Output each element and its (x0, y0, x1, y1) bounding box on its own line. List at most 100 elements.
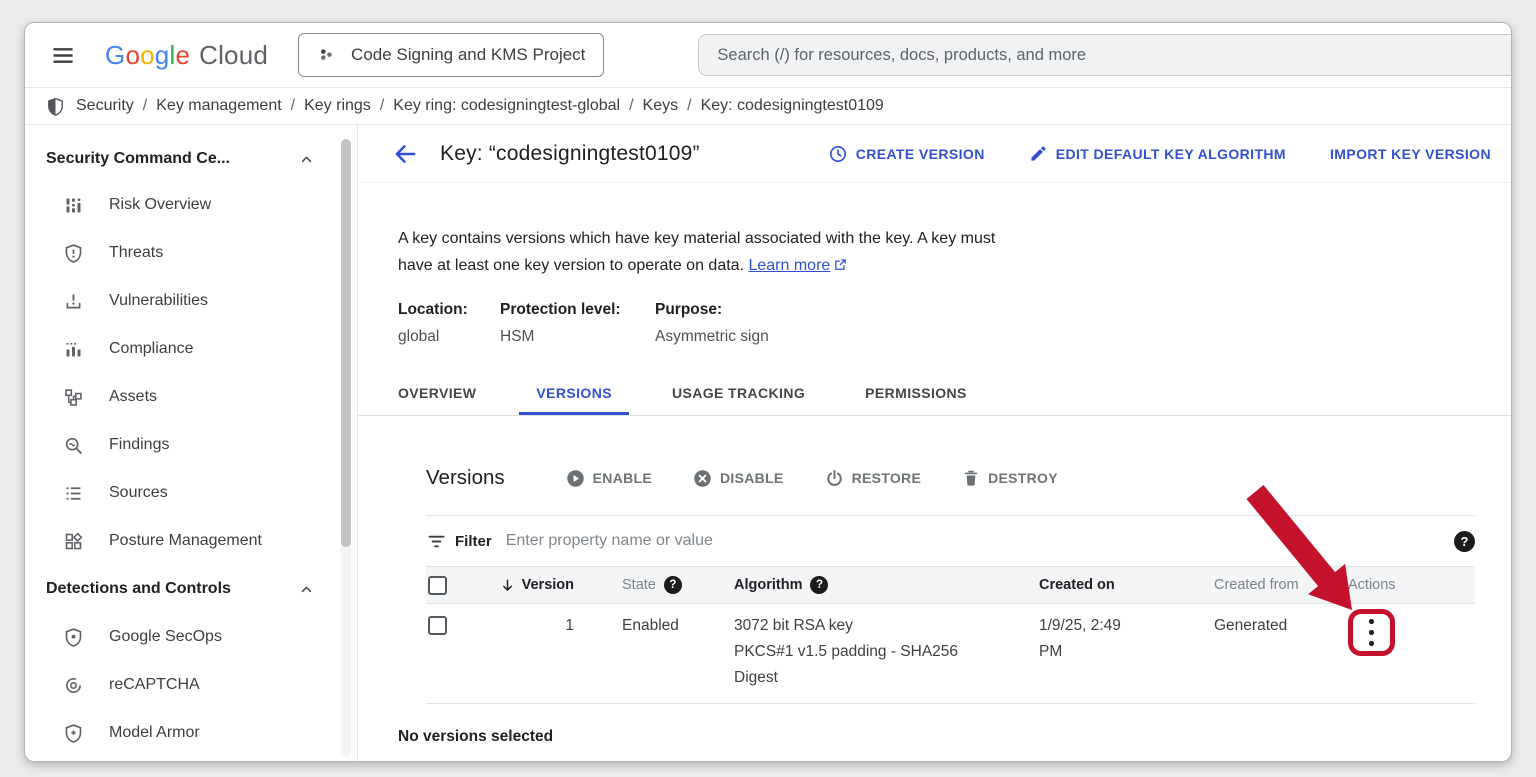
row-algorithm: 3072 bit RSA key PKCS#1 v1.5 padding - S… (704, 613, 1009, 691)
row-checkbox[interactable] (428, 616, 447, 635)
sidebar-item-compliance[interactable]: Compliance (25, 325, 357, 373)
sidebar-item-assets[interactable]: Assets (25, 373, 357, 421)
enable-play-icon (565, 468, 586, 489)
sidebar-item-label: Compliance (109, 340, 194, 357)
tab-permissions[interactable]: PERMISSIONS (848, 379, 984, 415)
google-cloud-logo[interactable]: G o o g l e Cloud (105, 40, 268, 71)
assets-icon (63, 387, 84, 408)
column-header-label: Actions (1348, 577, 1396, 593)
state-help-icon[interactable]: ? (663, 576, 682, 594)
sidebar-item-risk-overview[interactable]: Risk Overview (25, 181, 357, 229)
sidebar-item-label: Google SecOps (109, 628, 222, 645)
algorithm-help-icon[interactable]: ? (810, 576, 829, 594)
versions-toolbar: Versions ENABLE DISABLE RESTORE DESTROY (426, 466, 1511, 490)
edit-default-key-algorithm-button[interactable]: EDIT DEFAULT KEY ALGORITHM (1029, 144, 1286, 163)
enable-button[interactable]: ENABLE (565, 468, 652, 489)
findings-icon (63, 435, 84, 456)
sources-list-icon (63, 483, 84, 504)
description-line: have at least one key version to operate… (398, 252, 1511, 279)
sidebar-item-vulnerabilities[interactable]: Vulnerabilities (25, 277, 357, 325)
sidebar-item-model-armor[interactable]: Model Armor (25, 709, 357, 757)
posture-management-icon (63, 531, 84, 552)
clock-icon (828, 144, 848, 164)
learn-more-link[interactable]: Learn more (748, 257, 830, 274)
meta-protection-level: Protection level: HSM (500, 301, 655, 346)
project-icon (317, 45, 338, 66)
create-version-label: CREATE VERSION (855, 145, 985, 162)
meta-value: global (398, 328, 440, 345)
chevron-up-icon (298, 151, 315, 168)
kebab-dot (1369, 630, 1374, 635)
risk-overview-icon (63, 195, 84, 216)
column-header-label: State (622, 577, 656, 593)
breadcrumb-item[interactable]: Keys (643, 97, 679, 115)
logo-cloud-text: Cloud (199, 39, 269, 70)
filter-input[interactable] (505, 532, 1454, 550)
breadcrumb: Security / Key management / Key rings / … (25, 87, 1511, 125)
meta-label: Protection level: (500, 301, 621, 318)
row-version: 1 (565, 617, 574, 634)
row-actions-cell (1324, 609, 1475, 656)
table-help-icon[interactable]: ? (1454, 530, 1475, 552)
sidebar-item-findings[interactable]: Findings (25, 421, 357, 469)
created-on-line: PM (1039, 643, 1063, 660)
meta-location: Location: global (398, 301, 500, 346)
destroy-label: DESTROY (988, 470, 1058, 486)
main-content: A key contains versions which have key m… (358, 183, 1511, 761)
destroy-button[interactable]: DESTROY (961, 468, 1058, 489)
algorithm-line: PKCS#1 v1.5 padding - SHA256 (734, 643, 959, 660)
sidebar-item-recaptcha[interactable]: reCAPTCHA (25, 661, 357, 709)
tab-overview[interactable]: OVERVIEW (381, 379, 493, 415)
description-line-text: have at least one key version to operate… (398, 257, 745, 274)
breadcrumb-separator: / (142, 97, 148, 114)
sidebar-item-threats[interactable]: Threats (25, 229, 357, 277)
algorithm-line: Digest (734, 669, 778, 686)
sidebar: Security Command Ce... Risk Overview Thr… (25, 125, 358, 761)
menu-hamburger-icon[interactable] (45, 38, 79, 72)
breadcrumb-separator: / (687, 97, 692, 114)
trash-icon (961, 468, 981, 488)
sidebar-item-sources[interactable]: Sources (25, 469, 357, 517)
project-selector-button[interactable]: Code Signing and KMS Project (298, 33, 605, 77)
import-key-version-button[interactable]: IMPORT KEY VERSION (1330, 146, 1491, 162)
meta-value: Asymmetric sign (655, 328, 769, 345)
algorithm-line: 3072 bit RSA key (734, 617, 853, 634)
sidebar-item-label: Threats (109, 244, 164, 261)
row-actions-menu-button[interactable] (1369, 619, 1374, 646)
sidebar-item-label: Model Armor (109, 724, 200, 741)
sidebar-item-posture-management[interactable]: Posture Management (25, 517, 357, 565)
column-header-label: Created from (1214, 577, 1299, 593)
model-armor-shield-icon (63, 723, 84, 744)
versions-table-card: Filter ? (426, 515, 1475, 704)
breadcrumb-item[interactable]: Key management (156, 97, 281, 115)
breadcrumb-item[interactable]: Key rings (304, 97, 371, 115)
tab-usage-tracking[interactable]: USAGE TRACKING (655, 379, 822, 415)
page-title: Key: “codesigningtest0109” (440, 141, 700, 165)
breadcrumb-item[interactable]: Security (76, 97, 134, 115)
secops-shield-icon (63, 627, 84, 648)
create-version-button[interactable]: CREATE VERSION (828, 144, 985, 164)
breadcrumb-item[interactable]: Key ring: codesigningtest-global (393, 97, 620, 115)
sidebar-section-detections[interactable]: Detections and Controls (25, 565, 357, 613)
filter-row: Filter ? (426, 516, 1475, 566)
select-all-checkbox[interactable] (428, 575, 447, 595)
key-tabs: OVERVIEW VERSIONS USAGE TRACKING PERMISS… (358, 379, 1511, 416)
sidebar-section-scc[interactable]: Security Command Ce... (25, 137, 357, 181)
vulnerabilities-icon (63, 291, 84, 312)
search-input[interactable] (717, 45, 1500, 65)
top-app-bar: G o o g l e Cloud Code Signing and KMS P… (25, 23, 1511, 87)
sidebar-item-google-secops[interactable]: Google SecOps (25, 613, 357, 661)
row-checkbox-cell (426, 613, 490, 644)
restore-button[interactable]: RESTORE (824, 468, 922, 489)
sidebar-scrollbar-track[interactable] (341, 139, 351, 757)
global-search-bar[interactable] (698, 34, 1511, 76)
sidebar-scrollbar-thumb[interactable] (341, 139, 351, 547)
row-state: Enabled (622, 617, 679, 634)
tab-versions[interactable]: VERSIONS (519, 379, 629, 415)
disable-button[interactable]: DISABLE (692, 468, 784, 489)
column-header-version[interactable]: Version (490, 577, 574, 594)
back-arrow-icon[interactable] (392, 141, 420, 167)
chevron-up-icon (298, 581, 315, 598)
filter-label[interactable]: Filter (455, 533, 492, 550)
disable-x-icon (692, 468, 713, 489)
